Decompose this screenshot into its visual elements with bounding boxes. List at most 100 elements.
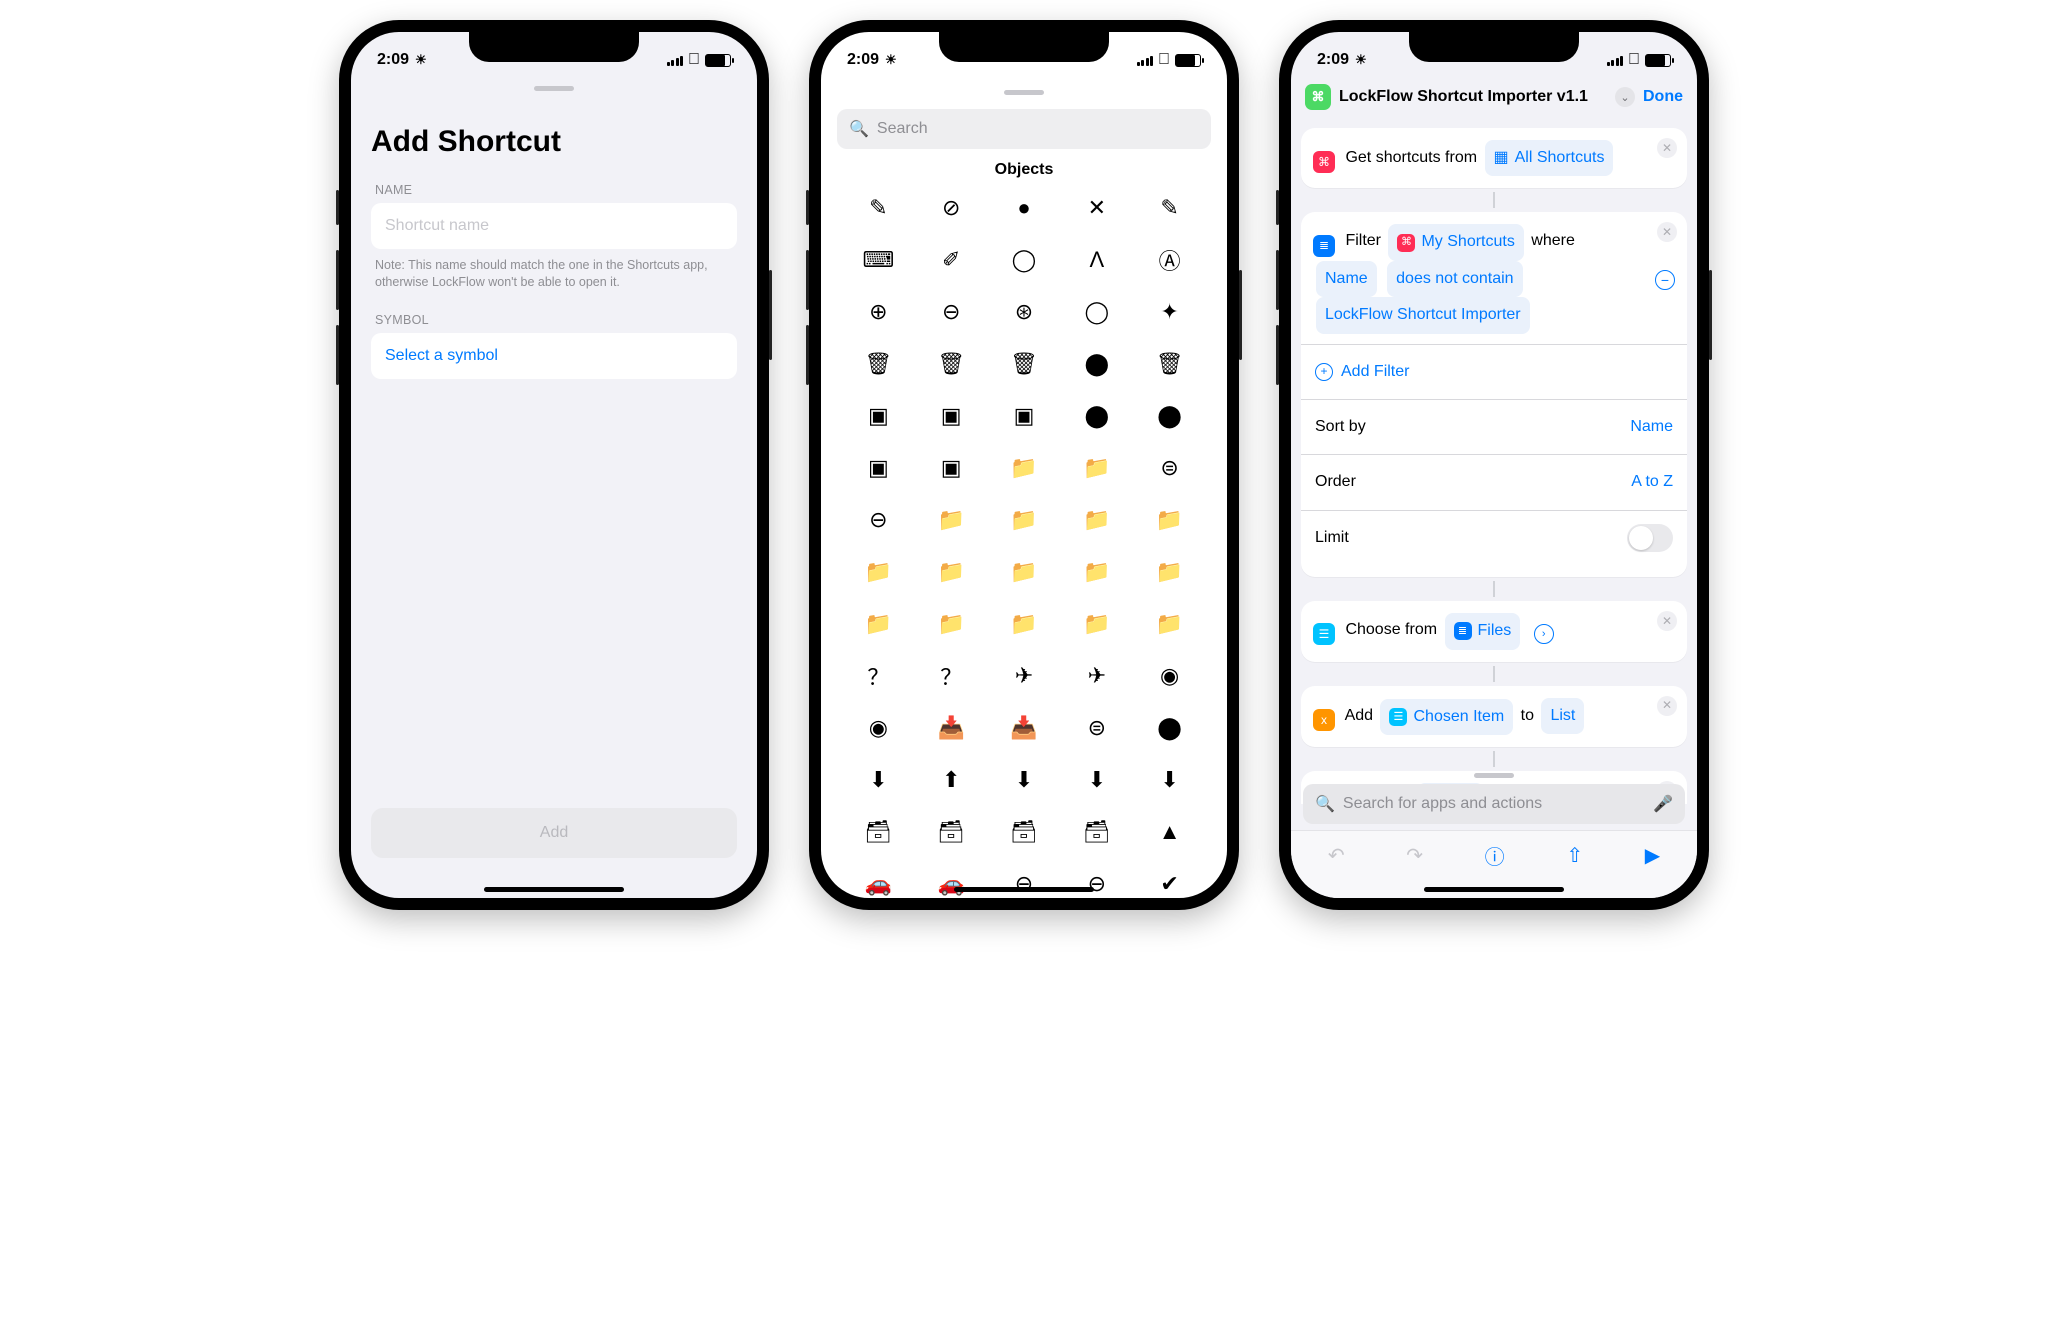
chevron-right-icon[interactable]: › (1534, 624, 1554, 644)
symbol-cell[interactable]: ⬇︎ (1138, 765, 1201, 795)
symbol-cell[interactable]: ● (993, 193, 1056, 223)
symbol-cell[interactable]: ⌨︎ (847, 245, 910, 275)
symbol-cell[interactable]: ⬤ (1065, 401, 1128, 431)
symbol-cell[interactable]: 📁 (920, 557, 983, 587)
close-icon[interactable]: ✕ (1657, 611, 1677, 631)
symbol-cell[interactable]: ⬤ (1138, 401, 1201, 431)
symbol-cell[interactable]: 🗑 (847, 349, 910, 379)
symbol-cell[interactable]: ▣ (920, 453, 983, 483)
symbol-cell[interactable]: 📁 (847, 609, 910, 639)
shortcut-title[interactable]: LockFlow Shortcut Importer v1.1 (1339, 88, 1607, 106)
symbol-cell[interactable]: ⬇︎ (847, 765, 910, 795)
symbol-cell[interactable]: 🚗 (847, 869, 910, 898)
symbol-cell[interactable]: ▣ (847, 401, 910, 431)
done-button[interactable]: Done (1643, 88, 1683, 106)
close-icon[interactable]: ✕ (1657, 696, 1677, 716)
symbol-cell[interactable]: 📁 (920, 505, 983, 535)
token-value[interactable]: LockFlow Shortcut Importer (1316, 297, 1530, 333)
mic-icon[interactable]: 🎤 (1653, 794, 1673, 814)
home-indicator[interactable] (484, 887, 624, 892)
symbol-cell[interactable]: 🗑 (1138, 349, 1201, 379)
order-row[interactable]: Order A to Z (1301, 454, 1687, 509)
symbol-cell[interactable]: ⊖ (993, 869, 1056, 898)
sort-by-row[interactable]: Sort by Name (1301, 399, 1687, 454)
symbol-cell[interactable]: 🗑 (920, 349, 983, 379)
shortcut-name-input[interactable]: Shortcut name (371, 203, 737, 249)
symbol-cell[interactable]: ✐ (920, 245, 983, 275)
symbol-cell[interactable]: 🗃 (847, 817, 910, 847)
symbol-cell[interactable]: ◉ (847, 713, 910, 743)
symbol-cell[interactable]: ⊛ (993, 297, 1056, 327)
token-chosen-item[interactable]: ☰Chosen Item (1380, 699, 1513, 735)
action-add-to-list[interactable]: ✕ x Add ☰Chosen Item to List (1301, 686, 1687, 748)
close-icon[interactable]: ✕ (1657, 138, 1677, 158)
action-get-shortcuts[interactable]: ✕ ⌘ Get shortcuts from ▦All Shortcuts (1301, 128, 1687, 188)
symbol-cell[interactable]: 📁 (1138, 609, 1201, 639)
info-button[interactable]: ⓘ (1485, 841, 1505, 870)
symbol-cell[interactable]: ✈︎ (1065, 661, 1128, 691)
symbol-cell[interactable]: 🗑 (993, 349, 1056, 379)
title-menu-chevron-icon[interactable]: ⌄ (1615, 87, 1635, 107)
token-all-shortcuts[interactable]: ▦All Shortcuts (1485, 140, 1614, 176)
symbol-cell[interactable]: ◉ (1138, 661, 1201, 691)
symbol-cell[interactable]: 🗃 (1065, 817, 1128, 847)
symbol-cell[interactable]: ✔︎ (1138, 869, 1201, 898)
symbol-cell[interactable]: ✎ (1138, 193, 1201, 223)
symbol-cell[interactable]: ⊖ (847, 505, 910, 535)
symbol-cell[interactable]: ⬤ (1138, 713, 1201, 743)
symbol-cell[interactable]: ✦ (1138, 297, 1201, 327)
symbol-cell[interactable]: ⬇︎ (993, 765, 1056, 795)
symbol-cell[interactable]: ⬆︎ (920, 765, 983, 795)
token-operator[interactable]: does not contain (1387, 261, 1522, 297)
action-filter[interactable]: ✕ ≣ Filter ⌘My Shortcuts where Name does… (1301, 212, 1687, 577)
token-files[interactable]: ≣Files (1445, 613, 1521, 649)
symbol-cell[interactable]: ？ (920, 661, 983, 691)
symbol-cell[interactable]: 🗃 (920, 817, 983, 847)
symbol-search-input[interactable]: 🔍 Search (837, 109, 1211, 149)
action-choose-from[interactable]: ✕ ☰ Choose from ≣Files › (1301, 601, 1687, 661)
symbol-cell[interactable]: 📥 (920, 713, 983, 743)
symbol-cell[interactable]: 📁 (1065, 557, 1128, 587)
symbol-cell[interactable]: 📁 (1138, 557, 1201, 587)
symbol-cell[interactable]: ✈︎ (993, 661, 1056, 691)
add-filter-row[interactable]: +Add Filter (1301, 345, 1687, 399)
symbol-cell[interactable]: ▣ (920, 401, 983, 431)
symbol-cell[interactable]: ⊖ (920, 297, 983, 327)
add-button[interactable]: Add (371, 808, 737, 858)
symbol-cell[interactable]: ⊜ (1138, 453, 1201, 483)
symbol-cell[interactable]: ◯ (993, 245, 1056, 275)
symbol-cell[interactable]: ◯ (1065, 297, 1128, 327)
symbol-cell[interactable]: 🗃 (993, 817, 1056, 847)
symbol-cell[interactable]: 📥 (993, 713, 1056, 743)
symbol-cell[interactable]: ⊖ (1065, 869, 1128, 898)
limit-toggle[interactable] (1627, 524, 1673, 552)
home-indicator[interactable] (954, 887, 1094, 892)
token-my-shortcuts[interactable]: ⌘My Shortcuts (1388, 224, 1523, 260)
select-symbol-row[interactable]: Select a symbol (371, 333, 737, 379)
redo-button[interactable]: ↷ (1406, 843, 1423, 868)
symbol-cell[interactable]: Ⓐ (1138, 245, 1201, 275)
action-drawer-grabber[interactable] (1474, 773, 1514, 778)
token-name[interactable]: Name (1316, 261, 1377, 297)
symbol-cell[interactable]: ？ (847, 661, 910, 691)
close-icon[interactable]: ✕ (1657, 222, 1677, 242)
symbol-cell[interactable]: ⬤ (1065, 349, 1128, 379)
action-search-input[interactable]: 🔍 Search for apps and actions 🎤 (1303, 784, 1685, 824)
symbol-cell[interactable]: ⬇︎ (1065, 765, 1128, 795)
symbol-cell[interactable]: 📁 (993, 453, 1056, 483)
symbol-cell[interactable]: 📁 (1138, 505, 1201, 535)
symbol-cell[interactable]: 📁 (920, 609, 983, 639)
home-indicator[interactable] (1424, 887, 1564, 892)
shortcut-icon[interactable]: ⌘ (1305, 84, 1331, 110)
symbol-cell[interactable]: 📁 (993, 609, 1056, 639)
symbol-cell[interactable]: 📁 (993, 505, 1056, 535)
symbol-cell[interactable]: ▣ (993, 401, 1056, 431)
symbol-cell[interactable]: 📁 (1065, 453, 1128, 483)
run-button[interactable]: ▶ (1645, 843, 1660, 868)
symbol-cell[interactable]: Λ (1065, 245, 1128, 275)
symbol-cell[interactable]: ▲ (1138, 817, 1201, 847)
symbol-cell[interactable]: ⊜ (1065, 713, 1128, 743)
symbol-cell[interactable]: 📁 (1065, 505, 1128, 535)
symbol-cell[interactable]: ⊘ (920, 193, 983, 223)
undo-button[interactable]: ↶ (1328, 843, 1345, 868)
